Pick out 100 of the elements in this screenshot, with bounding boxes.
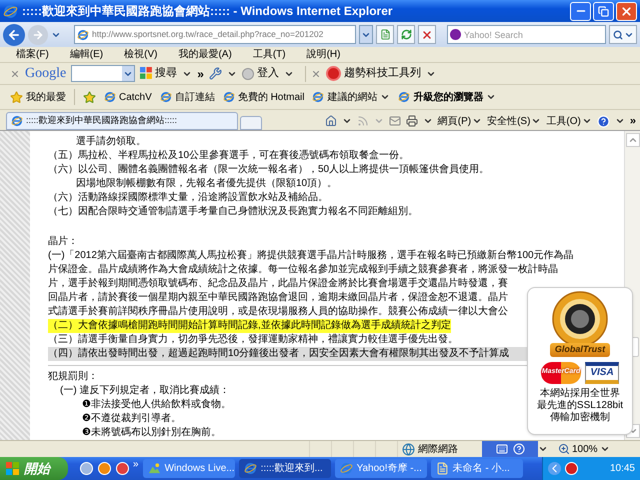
seal-brand: GlobalTrust	[550, 343, 610, 356]
caret-icon	[422, 116, 433, 126]
text-line: （六）活動路線採國際標準丈量，沿途將設置飲水站及補給品。	[48, 191, 328, 205]
dropdown-button[interactable]	[359, 25, 373, 44]
search-provider-icon	[450, 29, 461, 40]
media-player-icon[interactable]	[116, 462, 129, 475]
taskbar-button[interactable]: :::::歡迎來到...	[238, 459, 331, 478]
squares-icon	[140, 67, 154, 80]
compatibility-button[interactable]	[376, 25, 394, 44]
browser-icon	[244, 462, 257, 475]
language-bar[interactable]	[482, 441, 538, 457]
browser-icon	[77, 28, 89, 40]
text-line: 選手請勿領取。	[75, 135, 146, 149]
search-field[interactable]: Yahoo! Search	[447, 25, 606, 44]
favorite-link[interactable]: 建議的網站	[312, 90, 390, 104]
menu-item[interactable]: 工具(T)	[252, 47, 286, 62]
seal-caption: 本網站採用全世界 最先進的SSL128bit 傳輸加密機制	[536, 388, 624, 424]
refresh-button[interactable]	[397, 25, 415, 44]
round-logo-icon	[326, 66, 341, 81]
toolbar-logo: Google	[25, 65, 66, 83]
toolbar-search-field[interactable]	[71, 65, 136, 82]
shaded-text: （四）請依出發時間出發，超過起跑時間10分鐘後出發者，因安全因素大會有權限制其出發及不予計算成	[48, 347, 530, 361]
toolbar-menu-button[interactable]: 趨勢科技工具列	[326, 65, 421, 82]
menu-item[interactable]: 我的最愛(A)	[178, 47, 232, 62]
globe-icon	[402, 442, 415, 456]
address-field[interactable]: http://www.sportsnet.org.tw/race_detail.php?race_no=201202	[74, 25, 356, 44]
menu-item[interactable]: 檔案(F)	[16, 47, 49, 62]
favorite-link[interactable]: 自訂連結	[160, 90, 215, 104]
landscape-icon	[148, 462, 161, 475]
back-button[interactable]	[3, 24, 25, 46]
page-icon	[380, 29, 390, 40]
text-line: 片，選手於報到期間憑領取號碼布、紀念品及晶片，此晶片保證金將於比賽會場選手交還晶片時發還，賽	[48, 277, 508, 291]
home-icon[interactable]	[324, 115, 337, 127]
help-icon[interactable]	[512, 443, 524, 455]
notepad-icon	[436, 462, 449, 475]
zone-text: 網際網路	[418, 442, 458, 456]
text-line: （七）因配合限時交通管制請選手考量自己身體狀況及長跑實力報名不同距離組別。	[48, 205, 418, 219]
taskbar-button[interactable]: Yahoo!奇摩 -...	[334, 459, 427, 478]
favorites-button[interactable]: 我的最愛	[10, 90, 66, 104]
refresh-icon	[400, 29, 412, 40]
more-chevrons[interactable]: »	[133, 457, 139, 472]
favorite-link[interactable]: 升級您的瀏覽器	[398, 90, 496, 104]
keyboard-icon[interactable]	[496, 443, 508, 455]
more-chevrons[interactable]: »	[630, 112, 636, 130]
menu-item[interactable]: 檢視(V)	[124, 47, 158, 62]
caret-icon	[614, 116, 625, 126]
help-icon[interactable]	[596, 114, 610, 128]
browser-tab[interactable]: :::::歡迎來到中華民國路跑協會網站:::::	[6, 112, 238, 130]
browser-icon	[222, 91, 235, 103]
caret-icon	[342, 116, 352, 126]
browser-icon	[160, 91, 172, 103]
mail-icon[interactable]	[388, 115, 401, 127]
add-star-icon[interactable]	[83, 90, 96, 104]
menu-item[interactable]: 說明(H)	[306, 47, 340, 62]
highlighted-text: （二）大會依據鳴槍開跑時間開始計算時間記錄,並依據此時間記錄做為選手成績統計之判定	[48, 319, 451, 333]
text-line: (一) 違反下列規定者，取消比賽成績：	[59, 384, 230, 398]
browser-icon	[398, 91, 410, 103]
text-line: 式請選手於賽前詳閱秩序冊晶片使用說明，或是依現場服務人員的協助操作。競賽公佈成績一律以大會公	[48, 305, 508, 319]
launch-icon[interactable]	[98, 462, 111, 475]
globe-launch-icon[interactable]	[80, 462, 93, 475]
close-button[interactable]	[616, 2, 637, 20]
browser-icon	[11, 115, 23, 127]
menu-item[interactable]: 編輯(E)	[70, 47, 104, 62]
taskbar-button[interactable]: Windows Live...	[142, 459, 235, 478]
windows-flag-icon	[6, 462, 20, 476]
search-button[interactable]	[609, 25, 637, 44]
caret-icon	[531, 116, 542, 126]
favorite-link[interactable]: 免費的 Hotmail	[222, 90, 304, 104]
star-icon	[10, 90, 23, 104]
print-icon[interactable]	[406, 115, 418, 127]
browser-icon	[340, 462, 353, 475]
caret-icon	[582, 116, 592, 126]
restore-button[interactable]	[593, 2, 614, 20]
sign-in-button[interactable]: 登入	[242, 65, 279, 82]
search-icon	[612, 30, 622, 40]
stop-button[interactable]	[418, 25, 436, 44]
minimize-button[interactable]	[570, 2, 591, 20]
taskbar-button[interactable]: 未命名 - 小...	[430, 459, 523, 478]
wrench-icon[interactable]	[208, 67, 222, 80]
caret-icon	[538, 444, 548, 454]
command-menu[interactable]: 安全性(S)	[487, 114, 542, 128]
close-icon[interactable]	[10, 68, 20, 78]
zoom-button[interactable]: 100%	[558, 442, 610, 456]
list-item: ❸未將號碼布以別針別在胸前。	[81, 426, 221, 440]
command-menu[interactable]: 工具(O)	[546, 114, 592, 128]
caret-icon	[374, 116, 384, 126]
search-button[interactable]: 搜尋	[140, 65, 178, 82]
round-logo-icon[interactable]	[565, 462, 578, 475]
text-line: 因場地限制帳棚數有限，先報名者優先提供（限額10頂）。	[75, 177, 338, 191]
forward-arrow-icon	[32, 28, 44, 40]
list-item: ❷不遵從裁判引導者。	[81, 412, 181, 426]
more-chevrons[interactable]: »	[197, 64, 204, 82]
caret-icon	[380, 92, 390, 102]
browser-icon	[312, 91, 324, 103]
favorite-link[interactable]: CatchV	[104, 90, 152, 104]
zoom-icon	[558, 443, 570, 455]
close-icon[interactable]	[310, 68, 321, 78]
command-menu[interactable]: 網頁(P)	[438, 114, 482, 128]
expand-tray-icon[interactable]	[548, 462, 561, 475]
card-logo: VISA	[585, 362, 619, 384]
